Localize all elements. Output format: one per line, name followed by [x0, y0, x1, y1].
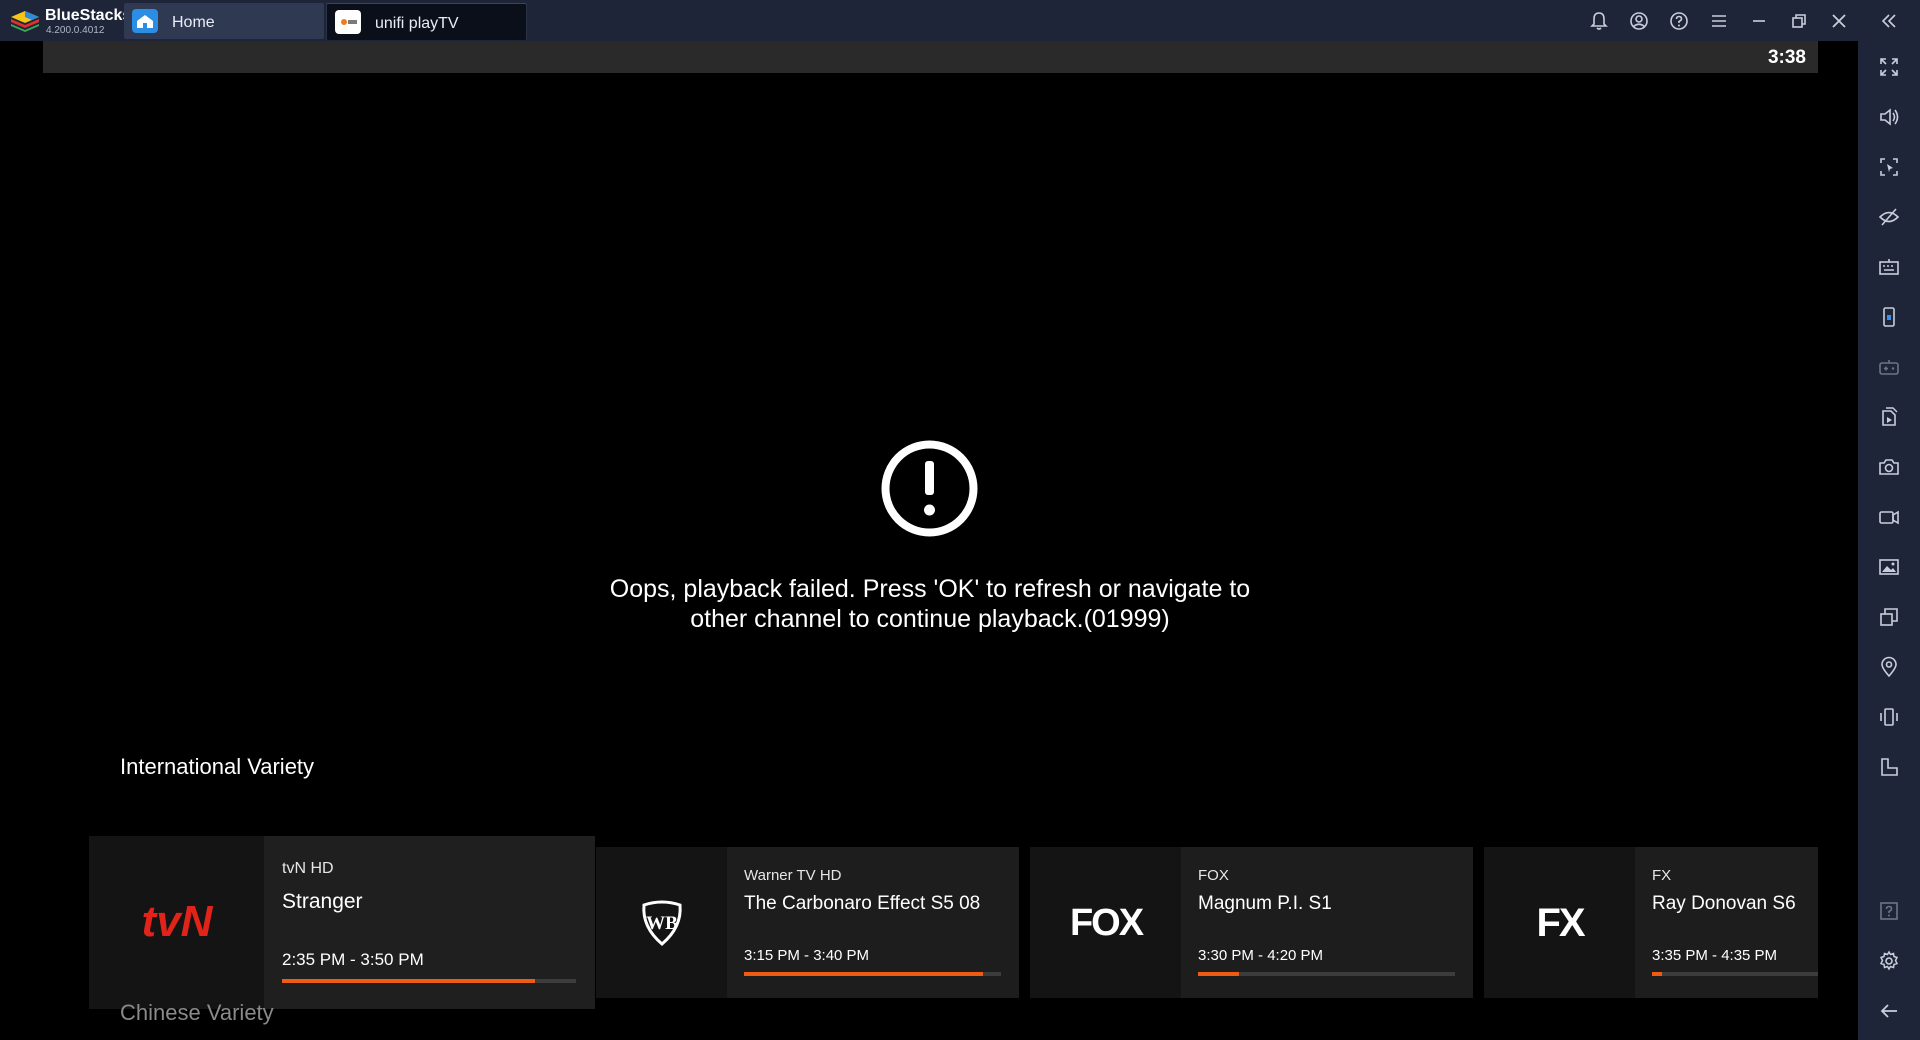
menu-icon[interactable]: [1708, 10, 1730, 32]
bluestacks-brand: BlueStacks 4.200.0.4012: [8, 4, 131, 37]
channel-card-tvn[interactable]: tvN tvN HD Stranger 2:35 PM - 3:50 PM: [89, 836, 595, 1009]
channel-logo-fox: FOX: [1030, 847, 1181, 998]
tab-unifi-playtv-label: unifi playTV: [375, 15, 459, 32]
bluestacks-logo-icon: [11, 11, 39, 32]
back-icon[interactable]: [1877, 999, 1901, 1023]
video-player[interactable]: 3:38 Oops, playback failed. Press 'OK' t…: [0, 41, 1858, 1040]
warner-bros-shield-icon: WB: [642, 900, 682, 946]
tab-home-label: Home: [172, 14, 215, 31]
channel-logo-fx: FX: [1484, 847, 1635, 998]
program-title: The Carbonaro Effect S5 08: [744, 893, 981, 914]
section-title-international-variety: International Variety: [120, 754, 315, 779]
svg-text:WB: WB: [646, 913, 678, 934]
channel-logo-warner-tv: WB: [596, 847, 727, 998]
program-title: Magnum P.I. S1: [1198, 893, 1332, 914]
channel-logo-tvn: tvN: [89, 836, 264, 1009]
phone-icon[interactable]: [1877, 305, 1901, 329]
program-progress-fill: [1198, 972, 1240, 976]
pointer-lock-icon[interactable]: [1877, 155, 1901, 179]
fx-logo-icon: FX: [1536, 901, 1587, 945]
title-bar: BlueStacks 4.200.0.4012 Home unifi playT…: [0, 0, 1920, 42]
fullscreen-icon[interactable]: [1877, 55, 1901, 79]
rotate-icon[interactable]: [1877, 755, 1901, 779]
program-title: Stranger: [282, 890, 363, 913]
media-folder-icon[interactable]: [1877, 555, 1901, 579]
settings-icon[interactable]: [1877, 949, 1901, 973]
program-progress-bar: [744, 972, 1001, 976]
program-progress-bar: [1198, 972, 1455, 976]
multi-instance-icon[interactable]: [1877, 605, 1901, 629]
channel-card-fx[interactable]: FX FX Ray Donovan S6 3:35 PM - 4:35 PM: [1484, 847, 1818, 998]
close-icon[interactable]: [1828, 10, 1850, 32]
program-progress-fill: [282, 979, 535, 983]
program-time: 3:35 PM - 4:35 PM: [1652, 947, 1778, 964]
exclamation-circle-icon: [881, 440, 978, 537]
channel-name: tvN HD: [282, 860, 334, 877]
app-version: 4.200.0.4012: [46, 25, 105, 36]
program-progress-fill: [744, 972, 983, 976]
volume-icon[interactable]: [1877, 105, 1901, 129]
program-progress-bar: [1652, 972, 1818, 976]
svg-text:FX: FX: [1536, 901, 1585, 945]
channel-name: FX: [1652, 867, 1672, 884]
program-progress-fill: [1652, 972, 1662, 976]
unifi-playtv-app-icon: [335, 10, 361, 34]
channel-card-fox[interactable]: FOX FOX Magnum P.I. S1 3:30 PM - 4:20 PM: [1030, 847, 1473, 998]
clock: 3:38: [1767, 47, 1806, 68]
error-message-line-1: Oops, playback failed. Press 'OK' to ref…: [609, 575, 1251, 603]
app-name: BlueStacks: [45, 7, 132, 24]
eye-off-icon[interactable]: [1877, 205, 1901, 229]
restore-icon[interactable]: [1788, 10, 1810, 32]
account-icon[interactable]: [1628, 10, 1650, 32]
section-title-chinese-variety: Chinese Variety: [120, 1000, 274, 1025]
right-sidebar: [1858, 41, 1920, 1040]
svg-text:FOX: FOX: [1070, 902, 1145, 944]
collapse-sidebar-icon[interactable]: [1878, 10, 1900, 32]
help-icon[interactable]: [1877, 899, 1901, 923]
location-icon[interactable]: [1877, 655, 1901, 679]
shake-icon[interactable]: [1877, 705, 1901, 729]
program-time: 2:35 PM - 3:50 PM: [282, 950, 424, 969]
player-status-strip: 3:38: [43, 41, 1818, 73]
home-icon: [132, 9, 158, 33]
svg-text:tvN: tvN: [142, 897, 214, 946]
channel-name: FOX: [1198, 867, 1229, 884]
program-title: Ray Donovan S6: [1652, 893, 1796, 914]
tvn-logo-icon: tvN: [142, 897, 214, 946]
tab-unifi-playtv[interactable]: unifi playTV: [326, 3, 527, 40]
error-message-line-2: other channel to continue playback.(0199…: [690, 605, 1170, 633]
screenshot-icon[interactable]: [1877, 455, 1901, 479]
channel-card-warner-tv[interactable]: WB Warner TV HD The Carbonaro Effect S5 …: [596, 847, 1019, 998]
gamepad-icon[interactable]: [1877, 355, 1901, 379]
keyboard-icon[interactable]: [1877, 255, 1901, 279]
program-time: 3:15 PM - 3:40 PM: [744, 947, 870, 964]
minimize-icon[interactable]: [1748, 10, 1770, 32]
program-progress-bar: [282, 979, 576, 983]
error-message: Oops, playback failed. Press 'OK' to ref…: [560, 574, 1300, 634]
help-icon[interactable]: [1668, 10, 1690, 32]
install-apk-icon[interactable]: [1877, 405, 1901, 429]
tab-home[interactable]: Home: [124, 3, 324, 39]
program-time: 3:30 PM - 4:20 PM: [1198, 947, 1324, 964]
record-icon[interactable]: [1877, 505, 1901, 529]
fox-logo-icon: FOX: [1070, 902, 1147, 944]
channel-name: Warner TV HD: [744, 867, 842, 884]
bell-icon[interactable]: [1588, 10, 1610, 32]
